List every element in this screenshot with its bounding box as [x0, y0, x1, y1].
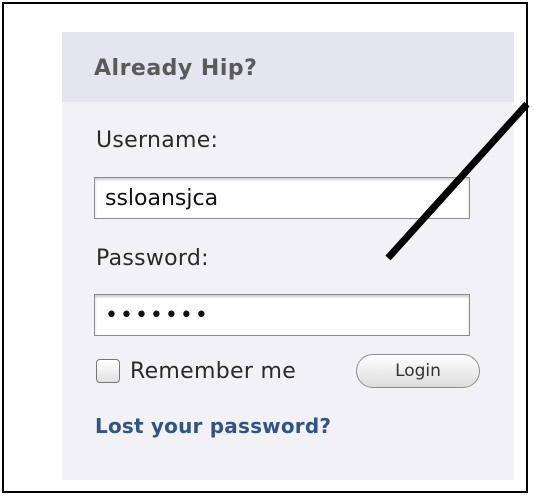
password-label: Password:: [96, 246, 209, 271]
username-label: Username:: [96, 128, 219, 153]
username-field[interactable]: [94, 177, 470, 219]
login-button[interactable]: Login: [356, 354, 480, 388]
remember-me-label: Remember me: [130, 358, 297, 384]
panel-title: Already Hip?: [94, 56, 258, 81]
lost-password-link[interactable]: Lost your password?: [95, 414, 331, 438]
remember-me-checkbox[interactable]: [96, 359, 120, 383]
password-field[interactable]: [94, 294, 470, 336]
login-panel: Already Hip? Username: Password: Remembe…: [62, 32, 514, 480]
remember-me[interactable]: Remember me: [96, 356, 296, 386]
panel-header: Already Hip?: [62, 32, 514, 102]
